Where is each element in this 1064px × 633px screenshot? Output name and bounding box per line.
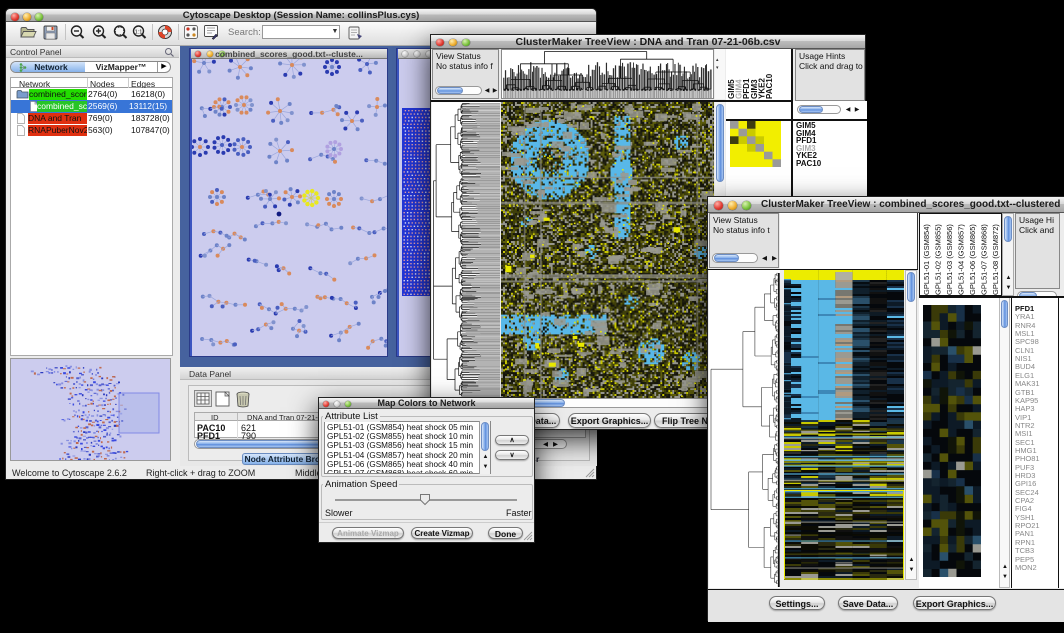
svg-text:GPL51-01 (GSM854): GPL51-01 (GSM854) <box>922 224 931 295</box>
svg-text:GPL51-02 (GSM855): GPL51-02 (GSM855) <box>934 224 943 295</box>
svg-text:GPL51-06 (GSM865): GPL51-06 (GSM865) <box>968 224 977 295</box>
svg-text:1:1: 1:1 <box>135 30 143 36</box>
svg-text:GPL51-04 (GSM857): GPL51-04 (GSM857) <box>957 224 966 295</box>
svg-text:GPL51-03 (GSM856): GPL51-03 (GSM856) <box>945 224 954 295</box>
svg-text:PAC10: PAC10 <box>765 73 774 99</box>
svg-text:GPL51-07 (GSM868): GPL51-07 (GSM868) <box>980 224 989 295</box>
svg-text:GPL51-08 (GSM872): GPL51-08 (GSM872) <box>991 224 1000 295</box>
